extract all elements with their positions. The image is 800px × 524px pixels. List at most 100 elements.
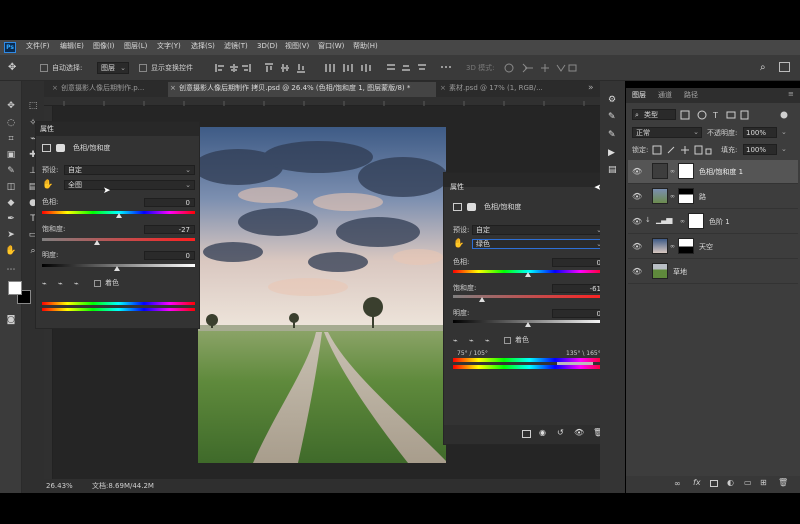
- canvas-image[interactable]: [198, 127, 446, 463]
- adjustments-panel-icon[interactable]: ▤: [608, 165, 617, 175]
- saturation-slider-thumb[interactable]: [94, 240, 100, 245]
- tab-layers[interactable]: 图层: [632, 92, 646, 99]
- menu-filter[interactable]: 滤镜(T): [224, 43, 248, 50]
- new-group-icon[interactable]: ▭: [744, 478, 752, 487]
- preset-dropdown[interactable]: 自定 ⌄: [472, 225, 606, 235]
- tab-2-active[interactable]: × 创意摄影人像后期制作 拷贝.psd @ 26.4% (色相/饱和度 1, 图…: [168, 82, 436, 97]
- lightness-input[interactable]: 0: [552, 309, 606, 318]
- saturation-slider-thumb[interactable]: [479, 297, 485, 302]
- menu-window[interactable]: 窗口(W): [318, 43, 344, 50]
- auto-select-checkbox[interactable]: [40, 64, 48, 72]
- eyedropper-plus-icon[interactable]: ⌁: [469, 336, 474, 345]
- link-icon[interactable]: ∞: [670, 243, 675, 250]
- mask-icon[interactable]: [56, 144, 65, 152]
- hue-slider-thumb[interactable]: [116, 213, 122, 218]
- blur-tool-icon[interactable]: ◆: [5, 197, 17, 209]
- new-adjustment-icon[interactable]: ◐: [727, 478, 734, 487]
- fill-input[interactable]: 100%: [743, 144, 777, 155]
- foreground-color-swatch[interactable]: [8, 281, 22, 295]
- link-icon[interactable]: ∞: [680, 218, 685, 225]
- tabs-overflow-icon[interactable]: »: [588, 83, 594, 93]
- tab-1[interactable]: × 创意摄影人像后期制作.p...: [50, 82, 168, 97]
- path-select-tool-icon[interactable]: ➤: [5, 229, 17, 241]
- target-adjust-hand-icon[interactable]: ✋: [42, 180, 53, 190]
- eyedropper-icon[interactable]: ⌁: [42, 279, 47, 288]
- eraser-tool-icon[interactable]: ◫: [5, 181, 17, 193]
- eye-icon[interactable]: 👁: [632, 242, 642, 251]
- clip-to-layer-icon[interactable]: [522, 430, 531, 438]
- mask-thumb[interactable]: [678, 188, 694, 204]
- tab-3[interactable]: × 素材.psd @ 17% (1, RGB/...: [438, 82, 548, 97]
- link-icon[interactable]: ∞: [670, 168, 675, 175]
- workspace-icon[interactable]: [779, 62, 790, 72]
- tool-presets-icon[interactable]: ✎: [608, 130, 616, 140]
- eyedropper-plus-icon[interactable]: ⌁: [58, 279, 63, 288]
- move-tool-icon[interactable]: ✥: [5, 100, 17, 112]
- saturation-input[interactable]: -27: [144, 225, 195, 234]
- chevron-down-icon[interactable]: ⌄: [781, 146, 787, 153]
- mask-thumb[interactable]: [688, 213, 704, 229]
- frame-tool-icon[interactable]: ▣: [5, 149, 17, 161]
- blend-mode-dropdown[interactable]: 正常 ⌄: [632, 127, 702, 138]
- layer-filter-icons[interactable]: T: [680, 110, 790, 120]
- saturation-slider-track[interactable]: [453, 295, 606, 298]
- lightness-slider-thumb[interactable]: [525, 322, 531, 327]
- hue-input[interactable]: 0: [144, 198, 195, 207]
- eye-icon[interactable]: 👁: [632, 167, 642, 176]
- align-icons[interactable]: [215, 63, 455, 73]
- menu-image[interactable]: 图像(I): [93, 43, 115, 50]
- colorize-checkbox[interactable]: [94, 280, 101, 287]
- more-tools-icon[interactable]: ⋯: [5, 264, 17, 276]
- reset-icon[interactable]: ↺: [557, 428, 564, 437]
- mask-icon[interactable]: [467, 203, 476, 211]
- eye-icon[interactable]: 👁: [632, 192, 642, 201]
- play-icon[interactable]: ▶: [608, 148, 615, 158]
- layer-filter-dropdown[interactable]: ⌕ 类型: [632, 109, 676, 120]
- channel-dropdown[interactable]: 绿色 ⌄: [472, 239, 606, 249]
- lasso-tool-icon[interactable]: ◌: [5, 117, 17, 129]
- menu-help[interactable]: 帮助(H): [353, 43, 378, 50]
- visibility-icon[interactable]: 👁: [574, 428, 584, 437]
- layer-row-hue-saturation[interactable]: 👁 ∞ 色相/饱和度 1: [628, 160, 798, 184]
- panel-menu-icon[interactable]: ≡: [788, 90, 794, 98]
- marquee-tool-icon[interactable]: ⬚: [27, 100, 39, 112]
- preset-dropdown[interactable]: 自定 ⌄: [64, 165, 195, 175]
- close-icon[interactable]: ×: [170, 84, 176, 92]
- search-icon[interactable]: ⌕: [760, 62, 766, 73]
- 3d-mode-icons[interactable]: [503, 62, 579, 74]
- chevron-down-icon[interactable]: ⌄: [781, 129, 787, 136]
- layer-row-sky[interactable]: 👁 ∞ 天空: [628, 235, 798, 259]
- lightness-slider-thumb[interactable]: [114, 266, 120, 271]
- move-tool-icon[interactable]: ✥: [8, 62, 16, 73]
- pen-tool-icon[interactable]: ✒: [5, 213, 17, 225]
- menu-3d[interactable]: 3D(D): [257, 43, 278, 50]
- show-transform-checkbox[interactable]: [139, 64, 147, 72]
- saturation-slider-track[interactable]: [42, 238, 195, 241]
- delete-layer-icon[interactable]: 🗑: [778, 478, 788, 487]
- link-layers-icon[interactable]: ∞: [674, 479, 681, 488]
- hue-slider-thumb[interactable]: [525, 272, 531, 277]
- eyedropper-icon[interactable]: ⌁: [453, 336, 458, 345]
- add-mask-icon[interactable]: [710, 480, 718, 487]
- new-layer-icon[interactable]: ⊞: [760, 478, 767, 487]
- layer-row-grass[interactable]: 👁 草地: [628, 260, 798, 284]
- mask-thumb[interactable]: [678, 163, 694, 179]
- tab-channels[interactable]: 通道: [658, 92, 672, 99]
- menu-select[interactable]: 选择(S): [191, 43, 215, 50]
- brush-settings-icon[interactable]: ✎: [608, 112, 616, 122]
- menu-type[interactable]: 文字(Y): [157, 43, 181, 50]
- lock-icons[interactable]: [652, 145, 712, 155]
- menu-layer[interactable]: 图层(L): [124, 43, 147, 50]
- eyedropper-minus-icon[interactable]: ⌁: [485, 336, 490, 345]
- auto-select-dropdown[interactable]: 图层 ⌄: [97, 62, 129, 74]
- quick-mask-icon[interactable]: ◙: [5, 314, 17, 326]
- layer-row-road[interactable]: 👁 ∞ 路: [628, 185, 798, 209]
- target-adjust-hand-icon[interactable]: ✋: [453, 239, 464, 249]
- tab-paths[interactable]: 路径: [684, 92, 698, 99]
- history-icon[interactable]: ⚙: [608, 95, 616, 105]
- menu-edit[interactable]: 编辑(E): [60, 43, 84, 50]
- close-icon[interactable]: ×: [52, 84, 58, 92]
- colorize-checkbox[interactable]: [504, 337, 511, 344]
- mask-thumb[interactable]: [678, 238, 694, 254]
- eye-icon[interactable]: 👁: [632, 217, 642, 226]
